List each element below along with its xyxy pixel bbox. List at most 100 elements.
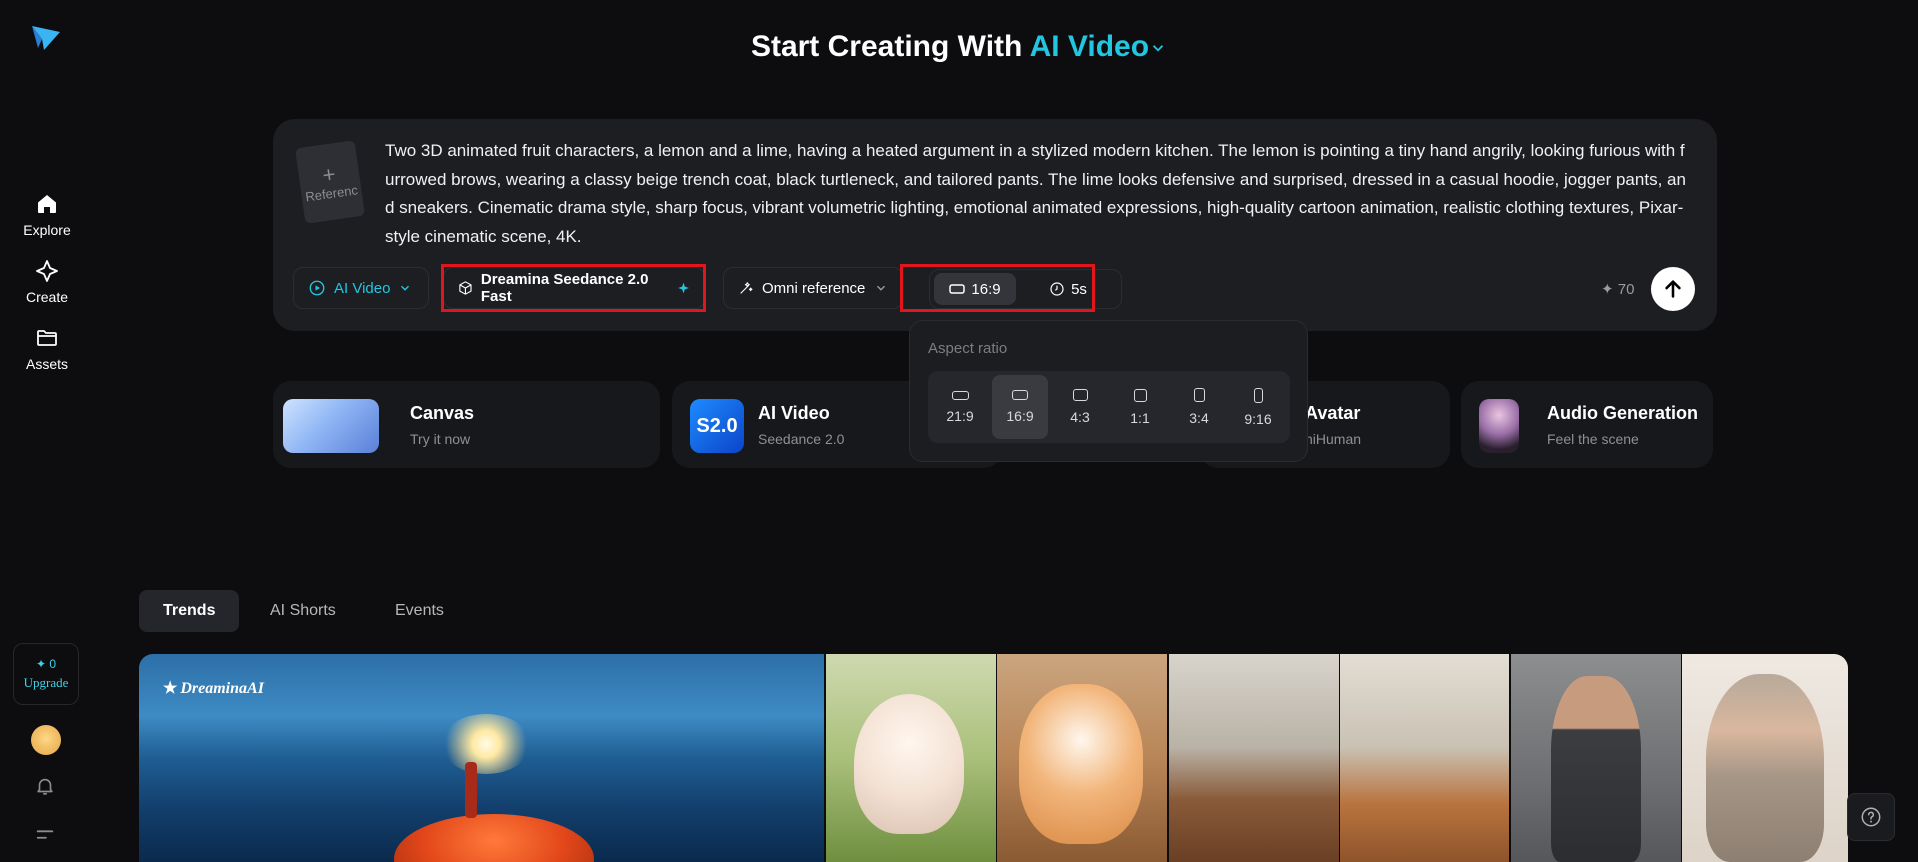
gallery-item[interactable]: ★ DreaminaAI <box>139 654 824 862</box>
ratio-shape-icon <box>1072 389 1088 401</box>
seedance-logo-icon: S2.0 <box>690 399 744 453</box>
tab-events[interactable]: Events <box>371 590 468 632</box>
dreamina-watermark: ★ DreaminaAI <box>163 678 264 698</box>
prompt-card: + Referenc Two 3D animated fruit charact… <box>273 119 1717 331</box>
aspect-ratio-popup: Aspect ratio 21:9 16:9 4:3 1:1 3:4 9:16 <box>909 320 1308 462</box>
home-icon <box>38 195 56 213</box>
mode-selector-label: AI Video <box>1029 30 1150 63</box>
gallery-item[interactable] <box>1169 654 1339 862</box>
credit-cost: ✦ 70 <box>1601 281 1635 298</box>
chevron-down-icon <box>877 285 885 291</box>
reference-dropdown[interactable]: Omni reference <box>723 267 903 309</box>
popup-title: Aspect ratio <box>928 340 1008 357</box>
kitten-figure <box>1019 684 1143 844</box>
microphone-icon <box>1479 399 1519 453</box>
menu-icon[interactable] <box>34 824 56 846</box>
aspect-ratio-button[interactable]: 16:9 <box>934 273 1016 305</box>
mode-dropdown[interactable]: AI Video <box>293 267 429 309</box>
gallery-item[interactable] <box>1682 654 1848 862</box>
duration-label: 5s <box>1071 280 1087 298</box>
help-button[interactable] <box>1847 793 1895 841</box>
feature-title: Canvas <box>410 403 475 423</box>
aspect-option-label: 3:4 <box>1189 410 1209 426</box>
reference-upload[interactable]: + Referenc <box>295 140 365 224</box>
sparkle-icon <box>678 282 689 294</box>
feature-subtitle: niHuman <box>1305 431 1362 447</box>
clock-icon <box>1050 282 1064 296</box>
plus-icon: + <box>320 160 337 188</box>
aspect-option-label: 16:9 <box>1006 408 1034 424</box>
dreamina-star-icon: ★ <box>163 680 178 697</box>
ratio-shape-icon <box>1133 388 1147 402</box>
feature-subtitle: Feel the scene <box>1547 431 1639 447</box>
aspect-ratio-options: 21:9 16:9 4:3 1:1 3:4 9:16 <box>928 371 1290 443</box>
figure-silhouette <box>465 762 477 818</box>
chevron-down-icon <box>401 285 410 291</box>
duration-button[interactable]: 5s <box>1028 273 1108 305</box>
tab-ai-shorts[interactable]: AI Shorts <box>246 590 360 632</box>
aspect-option-label: 4:3 <box>1070 409 1090 425</box>
aspect-option-9-16[interactable]: 9:16 <box>1230 375 1286 439</box>
magic-wand-icon <box>740 282 753 294</box>
reference-label: Referenc <box>304 181 359 204</box>
mode-label: AI Video <box>334 279 391 297</box>
sidebar: Explore Create Assets ✦ 0 Upgrade <box>0 0 94 862</box>
watermark-text: DreaminaAI <box>180 680 264 697</box>
question-icon <box>1861 807 1881 827</box>
gallery-item[interactable] <box>997 654 1167 862</box>
generate-button[interactable] <box>1651 267 1695 311</box>
upgrade-label: Upgrade <box>23 675 69 690</box>
video-play-icon <box>309 280 325 296</box>
cube-icon <box>459 281 472 295</box>
aspect-option-1-1[interactable]: 1:1 <box>1112 375 1168 439</box>
reference-label: Omni reference <box>762 279 866 297</box>
man-figure <box>1551 676 1641 862</box>
aspect-option-3-4[interactable]: 3:4 <box>1171 375 1227 439</box>
sidebar-item-assets[interactable]: Assets <box>0 326 94 372</box>
canvas-thumbnail <box>283 399 379 453</box>
sidebar-item-create[interactable]: Create <box>0 259 94 305</box>
feature-subtitle: Seedance 2.0 <box>758 431 845 447</box>
arrow-up-icon <box>1665 280 1681 298</box>
trends-gallery: ★ DreaminaAI <box>139 654 1848 862</box>
model-selector[interactable]: Dreamina Seedance 2.0 Fast <box>443 267 705 309</box>
aspect-option-label: 9:16 <box>1244 410 1272 427</box>
feature-subtitle: Try it now <box>410 431 471 447</box>
aspect-option-label: 1:1 <box>1130 409 1150 426</box>
sidebar-item-explore[interactable]: Explore <box>0 192 94 238</box>
tab-trends[interactable]: Trends <box>139 590 240 632</box>
sparkle-icon <box>36 260 58 282</box>
prompt-input[interactable]: Two 3D animated fruit characters, a lemo… <box>385 137 1691 251</box>
feature-title: Audio Generation <box>1547 403 1699 423</box>
ratio-duration-group: 16:9 5s <box>929 269 1122 309</box>
sidebar-item-label: Assets <box>25 356 68 372</box>
feature-card-audio[interactable]: Audio Generation Feel the scene <box>1461 381 1713 468</box>
avatar[interactable] <box>31 725 61 755</box>
red-hill <box>394 814 594 862</box>
child-figure <box>1706 674 1824 862</box>
gallery-item[interactable] <box>1511 654 1681 862</box>
feature-title: AI Video <box>758 403 830 423</box>
light-burst <box>441 714 531 774</box>
gallery-item[interactable] <box>1340 654 1509 862</box>
aspect-ratio-icon <box>949 284 966 294</box>
upgrade-button[interactable]: ✦ 0 Upgrade <box>13 643 79 705</box>
ratio-shape-icon <box>1253 387 1263 403</box>
ratio-shape-icon <box>951 390 969 400</box>
credit-count: ✦ 0 <box>35 657 57 671</box>
model-label: Dreamina Seedance 2.0 Fast <box>480 271 649 305</box>
folder-icon <box>37 330 57 346</box>
bell-icon[interactable] <box>34 775 56 797</box>
ratio-shape-icon <box>1193 388 1205 402</box>
aspect-option-16-9[interactable]: 16:9 <box>992 375 1048 439</box>
ratio-shape-icon <box>1012 390 1028 400</box>
feature-card-canvas[interactable]: Canvas Try it now <box>273 381 660 468</box>
gallery-item[interactable] <box>826 654 996 862</box>
aspect-option-4-3[interactable]: 4:3 <box>1052 375 1108 439</box>
mode-selector[interactable]: AI Video <box>1030 30 1167 63</box>
chevron-down-icon <box>1152 45 1164 52</box>
aspect-option-21-9[interactable]: 21:9 <box>932 375 988 439</box>
page-title: Start Creating With AI Video <box>0 30 1918 64</box>
aspect-ratio-label: 16:9 <box>971 280 1001 298</box>
sidebar-item-label: Explore <box>23 222 71 238</box>
